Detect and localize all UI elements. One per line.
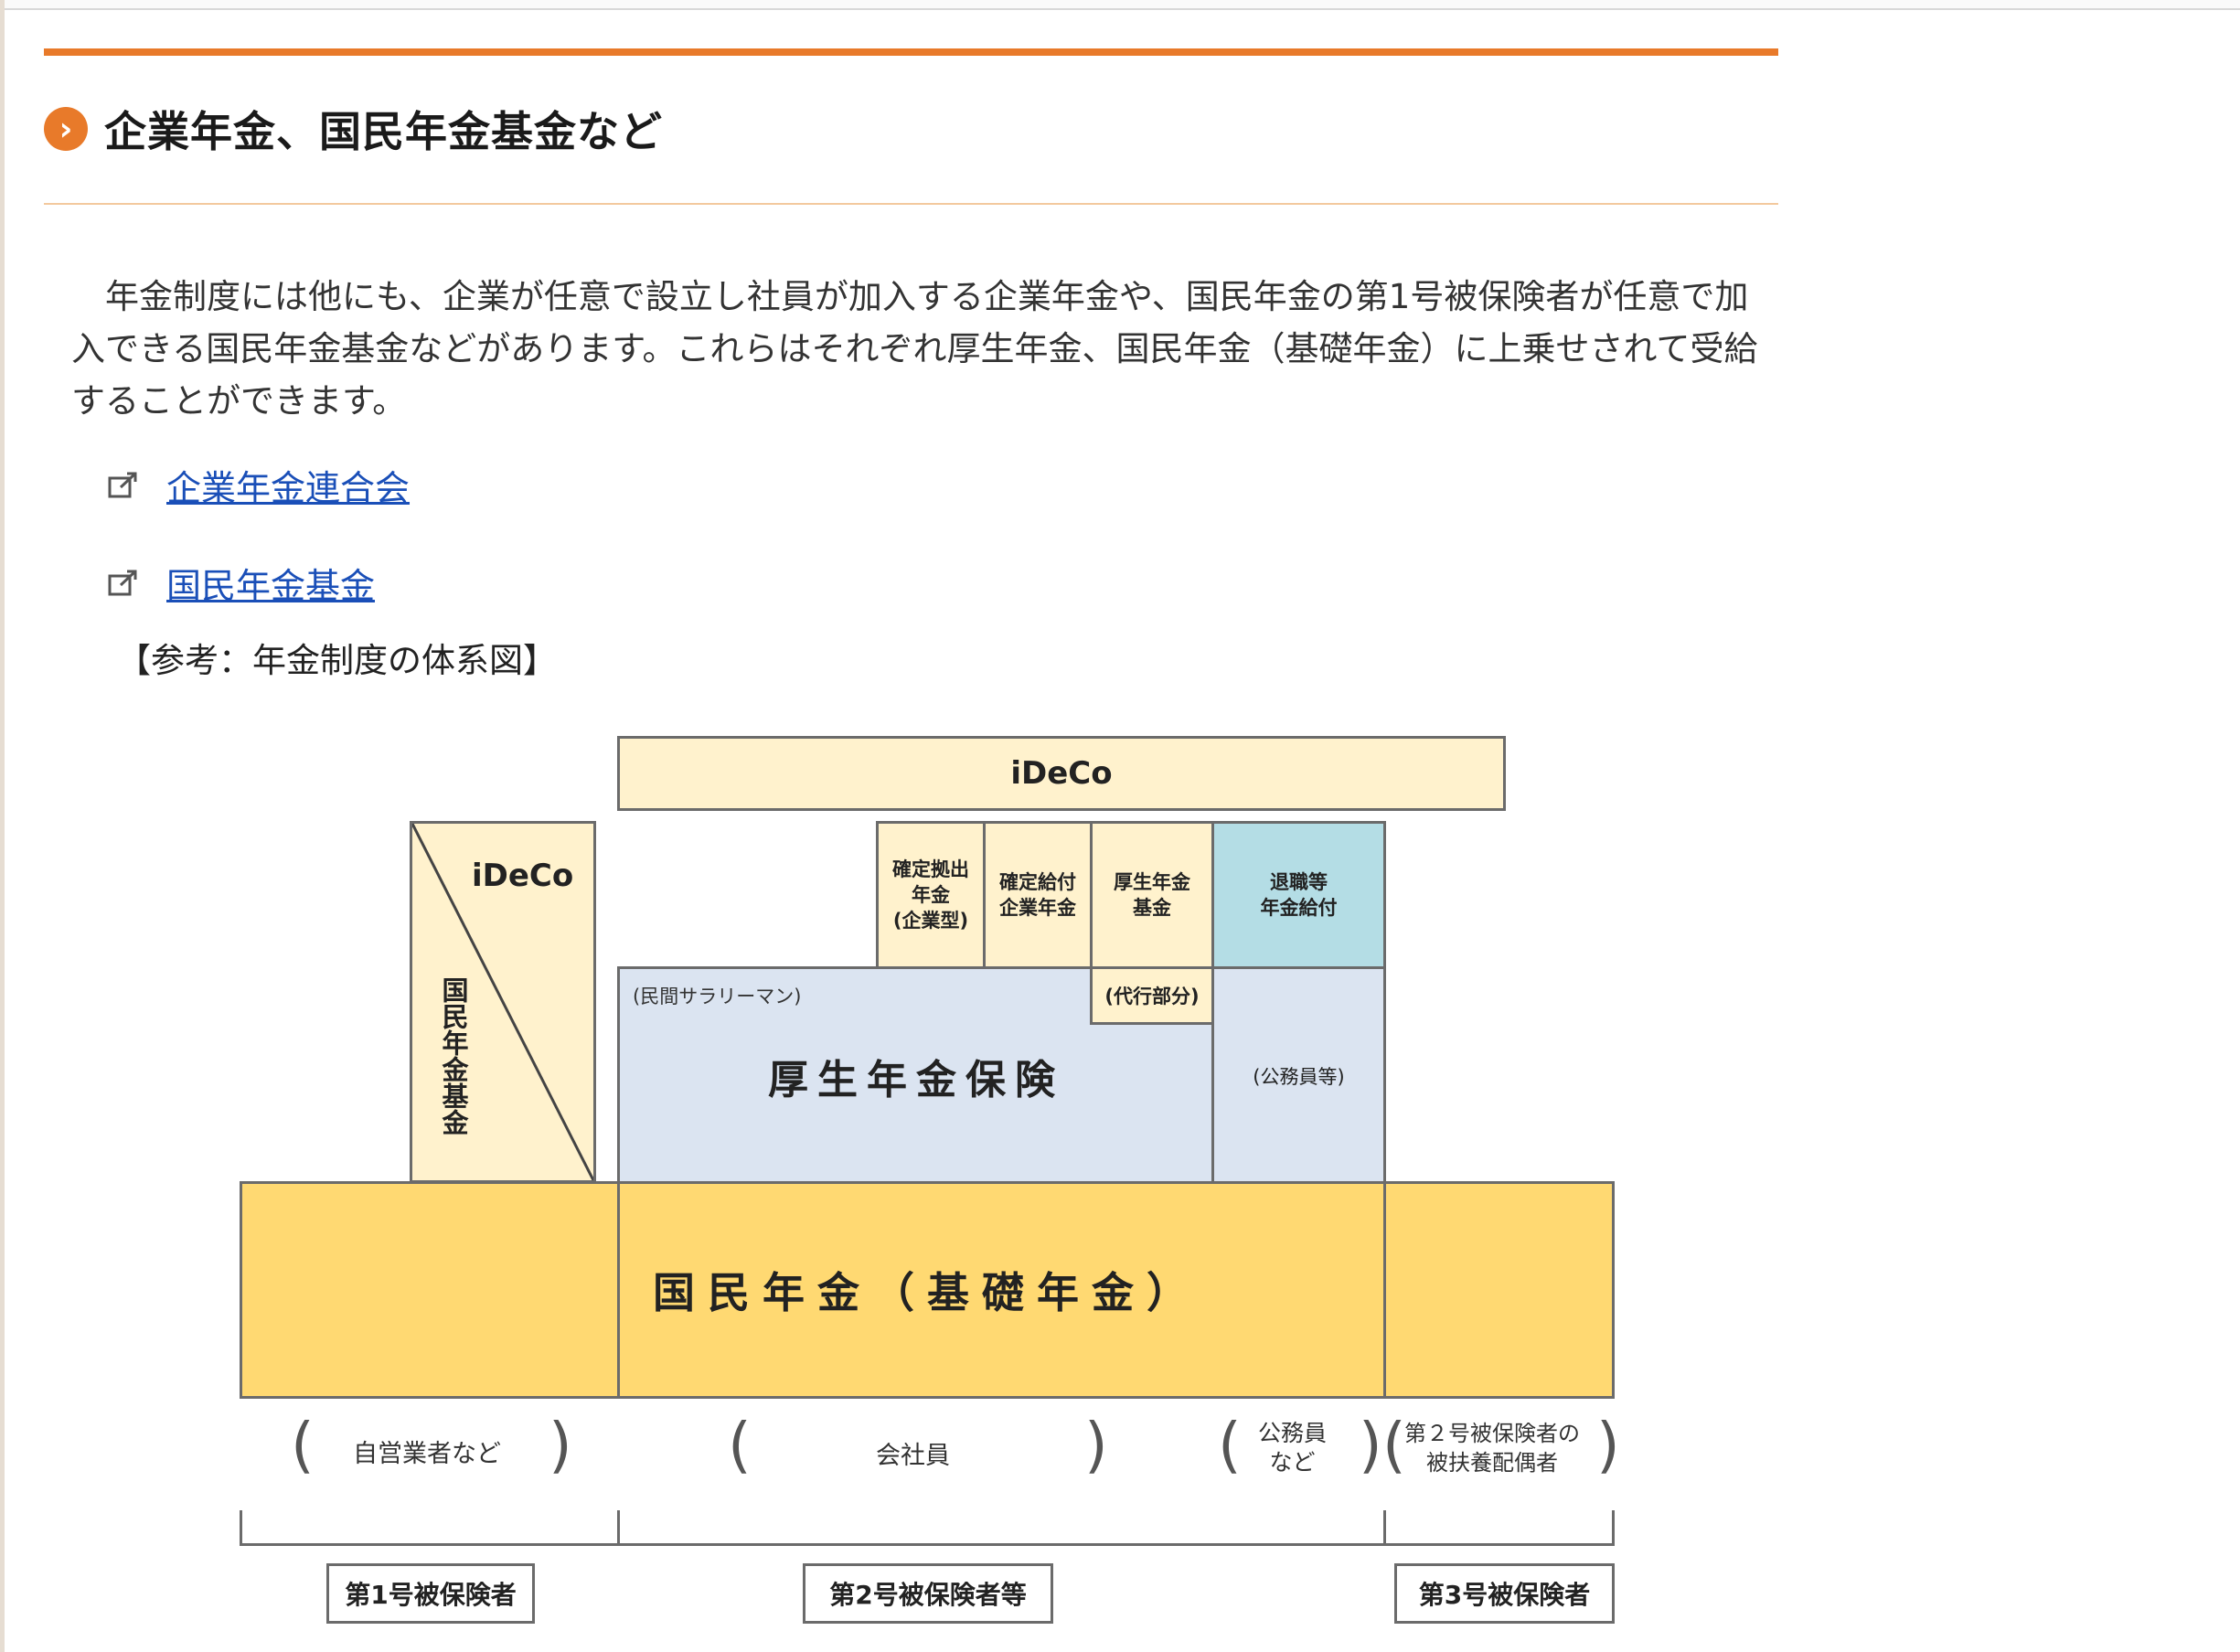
paren-close: ) — [549, 1410, 572, 1480]
bracket-tick — [240, 1510, 242, 1545]
paren-open: ( — [1218, 1410, 1242, 1480]
bracket-baseline — [240, 1543, 1615, 1546]
ideco-left-label: iDeCo — [472, 858, 574, 894]
kiso-divider-2 — [1383, 1183, 1386, 1397]
taishoku-box: 退職等 年金給付 — [1211, 821, 1386, 969]
group-kaishain: 会社員 — [876, 1442, 950, 1470]
paren-open: ( — [1382, 1410, 1406, 1480]
category-2: 第2号被保険者等 — [803, 1563, 1053, 1624]
paren-open: ( — [291, 1410, 315, 1480]
group-komuin: 公務員 など — [1258, 1420, 1328, 1476]
paren-close: ) — [1596, 1410, 1620, 1480]
pension-system-diagram: iDeCo iDeCo 国民年金基金 確定拠出 年金 (企業型) 確定給付 企業… — [0, 0, 2240, 1652]
kokumin-kikin-label: 国民年金基金 — [438, 976, 469, 1135]
paren-close: ) — [1359, 1410, 1382, 1480]
kosei-kikin-box: 厚生年金 基金 — [1090, 821, 1214, 969]
kakutei-kyoshutsu-box: 確定拠出 年金 (企業型) — [876, 821, 986, 969]
group-jieigyo: 自営業者など — [353, 1440, 501, 1468]
paren-close: ) — [1084, 1410, 1108, 1480]
daiko-bubun-box: (代行部分) — [1090, 966, 1214, 1025]
group-haigusha: 第２号被保険者の 被扶養配偶者 — [1404, 1421, 1580, 1476]
komuin-to-box: (公務員等) — [1211, 966, 1386, 1186]
kokumin-kiso-box: 国民年金（基礎年金） — [240, 1181, 1615, 1399]
ideco-top-box: iDeCo — [617, 736, 1506, 811]
bracket-tick — [617, 1510, 620, 1545]
kakutei-kyufu-box: 確定給付 企業年金 — [983, 821, 1093, 969]
minkan-salaryman-label: (民間サラリーマン) — [633, 986, 802, 1007]
category-1: 第1号被保険者 — [326, 1563, 535, 1624]
category-3: 第3号被保険者 — [1394, 1563, 1615, 1624]
paren-open: ( — [728, 1410, 752, 1480]
bracket-tick — [1612, 1510, 1615, 1545]
bracket-tick — [1383, 1510, 1386, 1545]
kiso-divider-1 — [617, 1183, 620, 1397]
